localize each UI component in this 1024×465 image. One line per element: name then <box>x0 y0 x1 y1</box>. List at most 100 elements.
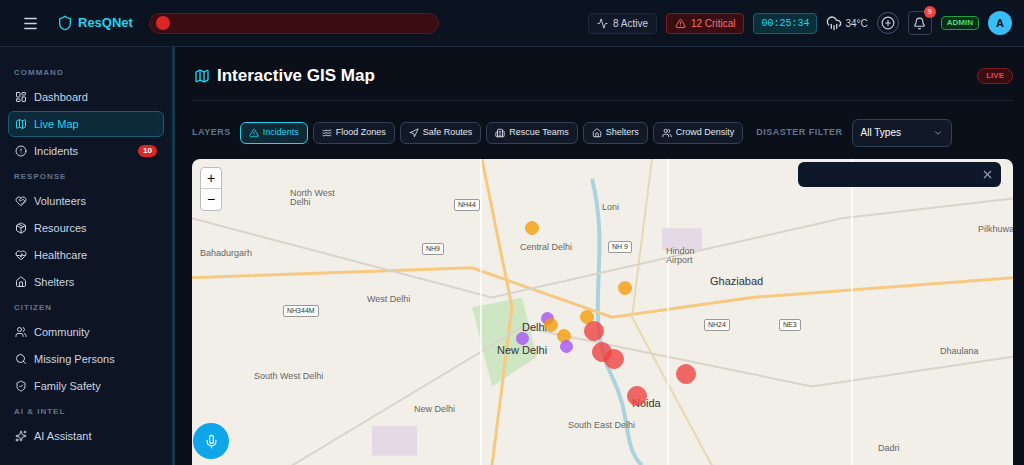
sidebar-item[interactable]: Incidents10 <box>8 138 164 164</box>
nav-icon <box>15 249 27 261</box>
map-label: NH 9 <box>608 241 632 254</box>
sidebar-section: COMMAND DashboardLive MapIncidents10 <box>8 67 164 165</box>
layer-icon <box>409 128 419 138</box>
incident-marker[interactable] <box>584 321 604 341</box>
logo[interactable]: ResQNet <box>57 13 133 33</box>
mic-icon <box>204 434 219 449</box>
sidebar-item[interactable]: Healthcare <box>8 242 164 268</box>
layers-label: LAYERS <box>192 126 231 140</box>
sidebar-item[interactable]: AI Assistant <box>8 423 164 449</box>
zoom-control: +− <box>200 167 222 211</box>
weather: 34°C <box>826 15 867 31</box>
section-title: COMMAND <box>8 67 164 79</box>
layer-icon <box>249 128 259 138</box>
nav-icon <box>15 430 27 442</box>
layer-button[interactable]: Incidents <box>240 122 308 144</box>
map-label: Hindon Airport <box>666 247 716 267</box>
incident-marker[interactable] <box>560 340 573 353</box>
map-label: South East Delhi <box>568 421 635 431</box>
layer-icon <box>592 128 602 138</box>
incident-marker[interactable] <box>516 332 529 345</box>
activity-icon <box>597 18 608 29</box>
map-label: NH9 <box>422 243 444 256</box>
sidebar-item[interactable]: Community <box>8 319 164 345</box>
filter-label: DISASTER FILTER <box>756 126 842 140</box>
map-label: North West Delhi <box>290 189 350 209</box>
alert-ticker <box>149 13 439 34</box>
map-label: Loni <box>602 203 619 213</box>
map-label: Ghaziabad <box>710 275 763 287</box>
layer-button[interactable]: Flood Zones <box>313 122 395 144</box>
layer-button[interactable]: Rescue Teams <box>486 122 577 144</box>
nav-icon <box>15 195 27 207</box>
timer: 00:25:34 <box>753 13 817 34</box>
nav-icon <box>15 91 27 103</box>
sidebar-item[interactable]: Family Safety <box>8 373 164 399</box>
sidebar-section: AI & INTEL AI Assistant <box>8 406 164 450</box>
zoom-out-button[interactable]: − <box>201 189 221 210</box>
voice-button[interactable] <box>193 423 229 459</box>
sidebar-item[interactable]: Dashboard <box>8 84 164 110</box>
avatar[interactable]: A <box>988 11 1012 35</box>
map-label: NH344M <box>283 305 319 318</box>
layer-icon <box>322 128 332 138</box>
incident-marker[interactable] <box>604 349 624 369</box>
sidebar-item[interactable]: Live Map <box>8 111 164 137</box>
bell-icon <box>913 17 926 30</box>
nav-icon <box>15 118 27 130</box>
sidebar-item[interactable]: Resources <box>8 215 164 241</box>
filter-select[interactable]: All Types <box>852 119 952 147</box>
map-icon <box>194 68 210 84</box>
nav-icon <box>15 353 27 365</box>
top-bar: ResQNet8 Active12 Critical00:25:3434°C9A… <box>0 0 1024 47</box>
count-badge: 10 <box>138 145 157 157</box>
nav-icon <box>15 145 27 157</box>
menu-icon[interactable] <box>22 15 39 32</box>
shield-icon <box>57 15 73 31</box>
map[interactable]: North West Delhi Bahadurgarh Central Delhi… <box>192 159 1013 465</box>
map-label: South West Delhi <box>254 372 324 382</box>
active-chip: 8 Active <box>588 13 657 34</box>
section-title: RESPONSE <box>8 171 164 183</box>
layer-icon <box>662 128 672 138</box>
incident-marker[interactable] <box>676 364 696 384</box>
map-label: New Delhi <box>497 344 547 356</box>
sidebar-item[interactable]: Volunteers <box>8 188 164 214</box>
notification-badge: 9 <box>924 6 936 18</box>
sidebar-item[interactable]: Missing Persons <box>8 346 164 372</box>
layers-row: LAYERS IncidentsFlood ZonesSafe RoutesRes… <box>192 119 1013 147</box>
layer-icon <box>495 128 505 138</box>
map-label: Dadri <box>878 444 900 454</box>
alert-icon <box>675 18 686 29</box>
incident-marker[interactable] <box>618 281 632 295</box>
app-name: ResQNet <box>78 13 133 33</box>
map-label: NH44 <box>454 199 480 212</box>
nav-icon <box>15 222 27 234</box>
section-title: CITIZEN <box>8 302 164 314</box>
sidebar-section: RESPONSE VolunteersResourcesHealthcareShe… <box>8 171 164 296</box>
incident-marker[interactable] <box>627 386 647 406</box>
incident-marker[interactable] <box>544 318 558 332</box>
layer-button[interactable]: Safe Routes <box>400 122 482 144</box>
alert-dot <box>156 16 170 30</box>
map-label: NH24 <box>704 319 730 332</box>
section-title: AI & INTEL <box>8 406 164 418</box>
layer-button[interactable]: Shelters <box>583 122 648 144</box>
nav-icon <box>15 380 27 392</box>
page-title: Interactive GIS Map <box>217 63 375 89</box>
notifications-button[interactable]: 9 <box>908 11 932 35</box>
sidebar-section: CITIZEN CommunityMissing PersonsFamily Sa… <box>8 302 164 400</box>
layer-button[interactable]: Crowd Density <box>653 122 744 144</box>
map-label: Pilkhuwa <box>978 225 1013 235</box>
map-label: Bahadurgarh <box>200 249 252 259</box>
map-label: New Delhi <box>414 405 455 415</box>
add-button[interactable] <box>877 12 899 34</box>
map-label: West Delhi <box>367 295 410 305</box>
sidebar-item[interactable]: Shelters <box>8 269 164 295</box>
map-label: Dhaulana <box>940 347 979 357</box>
close-icon[interactable] <box>981 168 994 181</box>
incident-marker[interactable] <box>525 221 539 235</box>
map-label: Central Delhi <box>520 243 572 253</box>
zoom-in-button[interactable]: + <box>201 168 221 189</box>
page-header: Interactive GIS MapLIVE <box>192 63 1013 101</box>
